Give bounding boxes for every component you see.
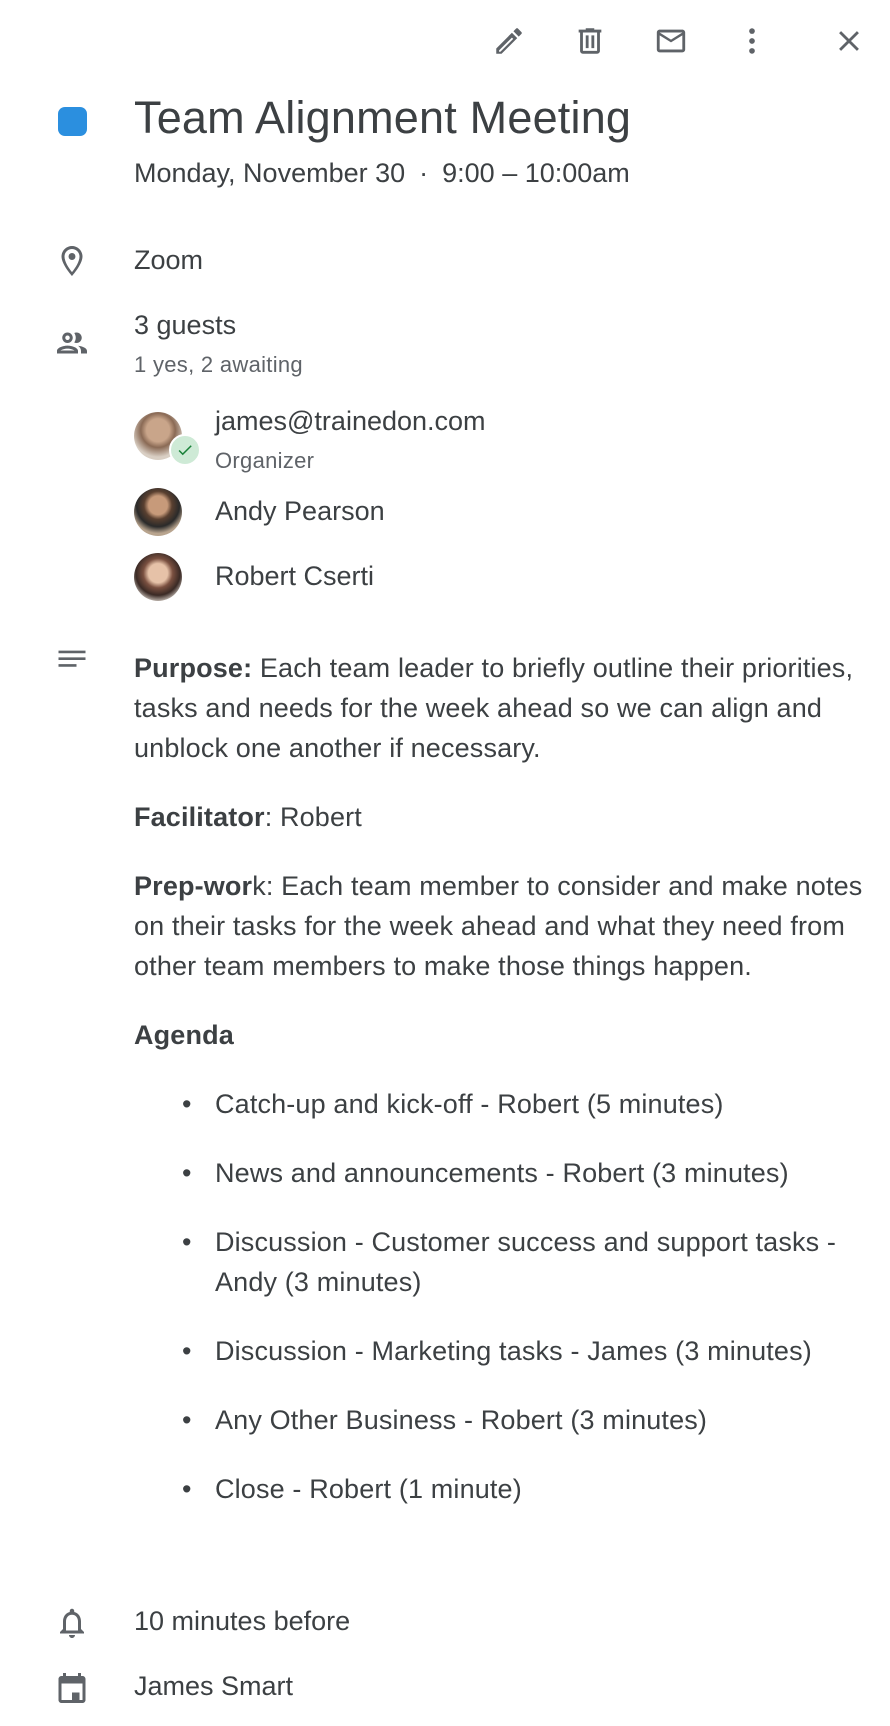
trash-icon — [578, 28, 602, 54]
avatar — [134, 553, 182, 601]
delete-button[interactable] — [566, 17, 614, 65]
guests-rsvp-status: 1 yes, 2 awaiting — [134, 352, 303, 377]
guest-name: james@trainedon.com — [215, 406, 486, 436]
location-icon — [51, 240, 93, 282]
close-icon — [839, 31, 859, 51]
more-vert-icon — [749, 28, 755, 54]
event-date: Monday, November 30 — [134, 158, 406, 188]
pencil-icon — [496, 28, 522, 54]
agenda-list: Catch-up and kick-off - Robert (5 minute… — [134, 1084, 874, 1509]
calendar-owner: James Smart — [134, 1671, 294, 1701]
agenda-heading: Agenda — [134, 1015, 874, 1055]
separator: · — [419, 158, 429, 188]
agenda-item: Any Other Business - Robert (3 minutes) — [182, 1400, 874, 1440]
email-guests-button[interactable] — [647, 17, 695, 65]
agenda-item: Discussion - Marketing tasks - James (3 … — [182, 1331, 874, 1371]
guests-summary: 3 guests — [134, 310, 237, 340]
calendar-icon — [51, 1667, 93, 1709]
avatar — [134, 488, 182, 536]
close-button[interactable] — [825, 17, 873, 65]
event-time: 9:00 – 10:00am — [442, 158, 630, 188]
guest-name: Andy Pearson — [215, 496, 385, 526]
agenda-label: Agenda — [134, 1020, 234, 1050]
agenda-item: Catch-up and kick-off - Robert (5 minute… — [182, 1084, 874, 1124]
more-options-button[interactable] — [728, 17, 776, 65]
agenda-item: News and announcements - Robert (3 minut… — [182, 1153, 874, 1193]
bell-icon — [51, 1602, 93, 1644]
mail-icon — [656, 29, 686, 53]
guests-icon — [51, 322, 93, 364]
event-title: Team Alignment Meeting — [134, 92, 632, 143]
description-icon — [51, 641, 93, 683]
edit-button[interactable] — [485, 17, 533, 65]
reminder-text: 10 minutes before — [134, 1606, 351, 1636]
facilitator-paragraph: Facilitator: Robert — [134, 797, 874, 837]
event-color-indicator — [58, 107, 87, 136]
accepted-check-icon — [169, 434, 201, 466]
event-location[interactable]: Zoom — [134, 245, 203, 276]
facilitator-text: : Robert — [264, 802, 362, 832]
guest-name: Robert Cserti — [215, 561, 375, 591]
facilitator-label: Facilitator — [134, 802, 265, 832]
agenda-item: Discussion - Customer success and suppor… — [182, 1222, 874, 1302]
purpose-label: Purpose: — [134, 653, 253, 683]
event-description: Purpose: Each team leader to briefly out… — [134, 648, 874, 1538]
prep-paragraph: Prep-work: Each team member to consider … — [134, 866, 874, 986]
guest-role: Organizer — [215, 448, 315, 473]
purpose-paragraph: Purpose: Each team leader to briefly out… — [134, 648, 874, 768]
event-datetime: Monday, November 30 · 9:00 – 10:00am — [134, 158, 630, 189]
agenda-item: Close - Robert (1 minute) — [182, 1469, 874, 1509]
prep-label: Prep-wor — [134, 871, 253, 901]
